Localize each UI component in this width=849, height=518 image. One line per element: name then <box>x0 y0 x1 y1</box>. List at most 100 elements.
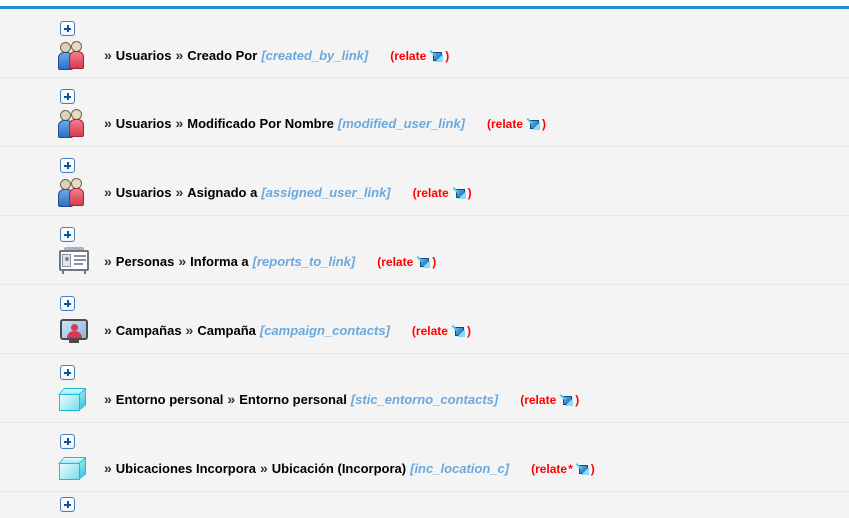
relationship-definition: » Campañas» Campaña [campaign_contacts] (rel… <box>100 321 471 340</box>
users-icon <box>58 41 92 71</box>
chevron-separator: » <box>104 115 112 131</box>
campaign-screen-icon <box>58 316 92 346</box>
relate-arrow-icon[interactable] <box>526 118 541 130</box>
relate-arrow-icon[interactable] <box>575 463 589 475</box>
relationship-field-name[interactable]: Informa a <box>190 254 249 269</box>
relationship-type-label: (relate) <box>391 186 472 200</box>
relate-type-text: (relate <box>531 462 568 476</box>
relationship-row: » Usuarios» Creado Por [created_by_link] (re… <box>0 9 849 78</box>
relate-type-close: ) <box>590 462 595 476</box>
relate-arrow-icon[interactable] <box>429 50 444 62</box>
relate-type-close: ) <box>445 49 450 63</box>
related-module-name[interactable]: Campañas <box>116 323 182 338</box>
relationship-field-name[interactable]: Entorno personal <box>239 392 347 407</box>
relationship-link-key: [created_by_link] <box>261 48 369 63</box>
relate-type-close: ) <box>542 117 547 131</box>
related-module-name[interactable]: Usuarios <box>116 48 172 63</box>
chevron-separator: » <box>178 253 187 269</box>
relate-type-text: (relate <box>520 393 557 407</box>
chevron-separator: » <box>104 460 112 476</box>
relate-type-close: ) <box>466 324 471 338</box>
relate-required-star <box>426 49 428 63</box>
relationship-type-label: (relate) <box>355 255 436 269</box>
chevron-separator: » <box>259 460 268 476</box>
relationship-field-name[interactable]: Creado Por <box>187 48 257 63</box>
relationship-definition: » Entorno personal» Entorno personal [stic_… <box>100 390 579 409</box>
contact-card-icon <box>58 247 92 277</box>
relationship-row: » Usuarios» Asignado a [assigned_user_link]… <box>0 147 849 216</box>
relationship-link-key: [reports_to_link] <box>252 254 356 269</box>
relationship-link-key: [assigned_user_link] <box>261 185 391 200</box>
relationship-link-key: [stic_entorno_contacts] <box>350 392 499 407</box>
relate-arrow-icon[interactable] <box>451 325 465 337</box>
relationship-definition: » Usuarios» Modificado Por Nombre [modified… <box>100 114 546 133</box>
relationship-row: » Ubicaciones Incorpora» Ubicación (Incorp… <box>0 423 849 492</box>
relationship-link-key: [campaign_contacts] <box>259 323 390 338</box>
expand-plus-icon[interactable] <box>60 434 75 449</box>
relate-type-text: (relate <box>411 324 448 338</box>
relationship-definition: » Personas» Informa a [reports_to_link] (rel… <box>100 252 436 271</box>
relate-required-star <box>413 255 415 269</box>
relate-required-star <box>449 186 451 200</box>
relate-required-star <box>556 393 558 407</box>
expand-plus-icon[interactable] <box>60 365 75 380</box>
relate-type-close: ) <box>432 255 437 269</box>
expand-plus-icon[interactable] <box>60 89 75 104</box>
users-icon <box>58 178 92 208</box>
relationship-type-label: (relate) <box>390 324 471 338</box>
relate-type-text: (relate <box>390 49 427 63</box>
relate-required-star <box>523 117 525 131</box>
relationship-field-name[interactable]: Campaña <box>197 323 256 338</box>
relate-type-text: (relate <box>412 186 449 200</box>
chevron-separator: » <box>104 253 112 269</box>
chevron-separator: » <box>227 391 236 407</box>
relate-required-star: * <box>568 462 573 476</box>
chevron-separator: » <box>104 322 112 338</box>
relationship-row: » Campañas» Campaña [campaign_contacts] (rel… <box>0 285 849 354</box>
expand-plus-icon[interactable] <box>60 296 75 311</box>
relationship-link-key: [modified_user_link] <box>337 116 465 131</box>
users-icon <box>58 109 92 139</box>
chevron-separator: » <box>175 47 184 63</box>
relationship-definition: » Ubicaciones Incorpora» Ubicación (Incorp… <box>100 459 595 478</box>
related-module-name[interactable]: Usuarios <box>116 185 172 200</box>
relationship-row: » Usuarios» Modificado Por Nombre [modified… <box>0 78 849 147</box>
related-module-name[interactable]: Usuarios <box>116 116 172 131</box>
relationship-field-name[interactable]: Ubicación (Incorpora) <box>272 461 406 476</box>
related-module-name[interactable]: Ubicaciones Incorpora <box>116 461 256 476</box>
relationship-row-partial <box>0 492 849 512</box>
relate-type-close: ) <box>575 393 580 407</box>
relate-type-text: (relate <box>377 255 414 269</box>
relationship-definition: » Usuarios» Asignado a [assigned_user_link]… <box>100 183 472 202</box>
chevron-separator: » <box>104 391 112 407</box>
relate-type-close: ) <box>467 186 472 200</box>
chevron-separator: » <box>104 47 112 63</box>
chevron-separator: » <box>175 115 184 131</box>
expand-plus-icon[interactable] <box>60 497 75 512</box>
chevron-separator: » <box>185 322 194 338</box>
relationship-type-label: (relate) <box>465 117 546 131</box>
chevron-separator: » <box>175 184 184 200</box>
expand-plus-icon[interactable] <box>60 158 75 173</box>
chevron-separator: » <box>104 184 112 200</box>
relationship-field-name[interactable]: Asignado a <box>187 185 257 200</box>
relationships-list: » Usuarios» Creado Por [created_by_link] (re… <box>0 9 849 492</box>
relate-type-text: (relate <box>487 117 524 131</box>
relate-arrow-icon[interactable] <box>416 256 431 268</box>
expand-plus-icon[interactable] <box>60 21 75 36</box>
related-module-name[interactable]: Entorno personal <box>116 392 224 407</box>
relationship-field-name[interactable]: Modificado Por Nombre <box>187 116 334 131</box>
cube-icon <box>58 454 92 484</box>
relationship-type-label: (relate) <box>368 49 449 63</box>
relationship-type-label: (relate) <box>498 393 579 407</box>
expand-plus-icon[interactable] <box>60 227 75 242</box>
related-module-name[interactable]: Personas <box>116 254 175 269</box>
relate-arrow-icon[interactable] <box>559 394 574 406</box>
relate-arrow-icon[interactable] <box>452 187 466 199</box>
relationship-row: » Entorno personal» Entorno personal [stic_… <box>0 354 849 423</box>
relationship-row: » Personas» Informa a [reports_to_link] (rel… <box>0 216 849 285</box>
relationship-link-key: [inc_location_c] <box>410 461 510 476</box>
relationship-type-label: (relate*) <box>509 462 595 476</box>
relate-required-star <box>448 324 450 338</box>
relationships-panel: » Usuarios» Creado Por [created_by_link] (re… <box>0 9 849 518</box>
